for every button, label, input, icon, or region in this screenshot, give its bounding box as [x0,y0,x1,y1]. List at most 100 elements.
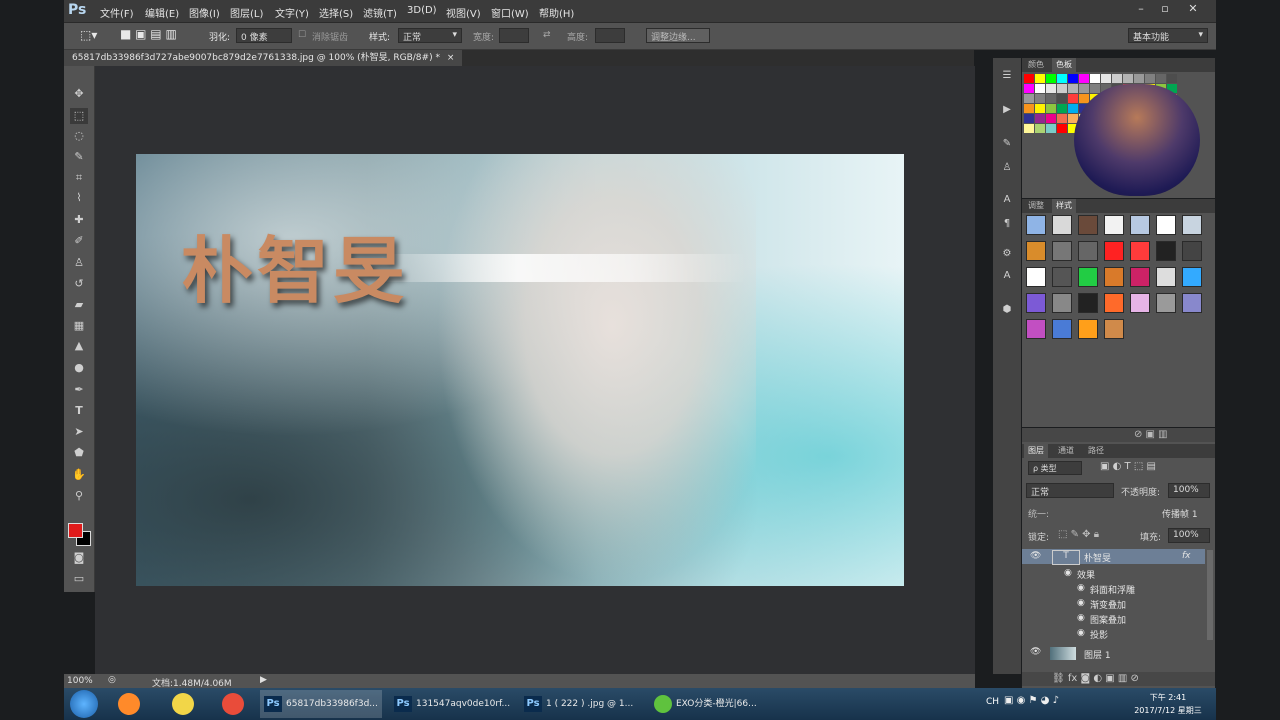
eyedropper-tool-icon[interactable]: ⌇ [70,190,88,206]
brush-tool-icon[interactable]: ✐ [70,233,88,249]
swatch[interactable] [1057,124,1067,133]
swatch[interactable] [1079,74,1089,83]
tab-paths[interactable]: 路径 [1084,444,1108,458]
style-preset[interactable] [1078,215,1098,235]
layers-footer-icons[interactable]: ⛓ fx ◙ ◐ ▣ ▥ ⊘ [1052,673,1139,684]
effect-eye-icon[interactable]: ◉ [1077,613,1085,623]
opacity-input[interactable]: 100% [1168,483,1210,498]
effects-eye-icon[interactable]: ◉ [1064,568,1072,578]
effect-eye-icon[interactable]: ◉ [1077,583,1085,593]
taskbar-item-ps2[interactable]: Ps 131547aqv0de10rf... [390,690,512,718]
history-panel-icon[interactable]: ☰ [999,70,1015,84]
swatch[interactable] [1057,104,1067,113]
swatch[interactable] [1057,114,1067,123]
style-preset[interactable] [1078,241,1098,261]
swatch[interactable] [1068,104,1078,113]
layer-filter-icons[interactable]: ▣ ◐ T ⬚ ▤ [1100,461,1156,472]
swatch[interactable] [1035,84,1045,93]
start-button-icon[interactable] [70,690,98,718]
style-preset[interactable] [1156,241,1176,261]
menu-view[interactable]: 视图(V) [446,5,481,20]
swatch[interactable] [1123,74,1133,83]
panel-footer-icons[interactable]: ⊘ ▣ ▥ [1022,428,1215,442]
layer-row-pixel[interactable]: 👁︎ 图层 1 [1022,646,1205,661]
height-input[interactable] [595,28,625,43]
menu-3d[interactable]: 3D(D) [407,5,437,16]
taskbar-app-icon[interactable] [172,693,194,715]
dodge-tool-icon[interactable]: ● [70,360,88,376]
type-tool-icon[interactable]: T [70,403,88,419]
document-canvas[interactable]: 朴智旻 [136,154,904,586]
minimize-button[interactable]: – [1132,2,1150,16]
eraser-tool-icon[interactable]: ▰ [70,297,88,313]
glyph-panel-icon[interactable]: A [999,270,1015,284]
style-preset[interactable] [1026,293,1046,313]
swatch[interactable] [1167,74,1177,83]
style-preset[interactable] [1130,215,1150,235]
foreground-color-swatch[interactable] [68,523,83,538]
swap-icon[interactable]: ⇄ [543,30,551,40]
layers-scrollbar[interactable] [1207,550,1213,640]
style-preset[interactable] [1182,215,1202,235]
style-preset[interactable] [1052,319,1072,339]
gradient-tool-icon[interactable]: ▦ [70,318,88,334]
layer-row-text[interactable]: 👁︎ T 朴智旻 fx [1022,549,1205,565]
quick-select-tool-icon[interactable]: ✎ [70,149,88,165]
clone-source-icon[interactable]: ♙ [999,162,1015,176]
style-preset[interactable] [1078,319,1098,339]
fill-input[interactable]: 100% [1168,528,1210,543]
style-preset[interactable] [1052,293,1072,313]
taskbar-item-ps3[interactable]: Ps 1 ( 222 ) .jpg @ 1... [520,690,642,718]
style-preset[interactable] [1130,241,1150,261]
stamp-tool-icon[interactable]: ♙ [70,255,88,271]
effect-row-bevel[interactable]: ◉ 斜面和浮雕 [1022,582,1205,597]
style-preset[interactable] [1130,267,1150,287]
zoom-tool-icon[interactable]: ⚲ [70,488,88,504]
restore-button[interactable]: ▫ [1156,2,1174,16]
swatch[interactable] [1134,74,1144,83]
document-tab[interactable]: 65817db33986f3d727abe9007bc879d2e7761338… [64,50,463,66]
effect-eye-icon[interactable]: ◉ [1077,628,1085,638]
swatch[interactable] [1035,114,1045,123]
style-preset[interactable] [1026,241,1046,261]
swatch[interactable] [1046,124,1056,133]
style-preset[interactable] [1026,319,1046,339]
history-brush-icon[interactable]: ↺ [70,276,88,292]
swatch[interactable] [1101,74,1111,83]
swatch[interactable] [1112,74,1122,83]
hand-tool-icon[interactable]: ✋ [70,467,88,483]
style-preset[interactable] [1104,215,1124,235]
effect-eye-icon[interactable]: ◉ [1077,598,1085,608]
visibility-eye-icon[interactable]: 👁︎ [1030,647,1041,657]
healing-brush-icon[interactable]: ✚ [70,212,88,228]
swatch[interactable] [1079,84,1089,93]
swatch[interactable] [1068,84,1078,93]
tab-layers[interactable]: 图层 [1024,444,1048,458]
swatch[interactable] [1046,94,1056,103]
tray-icons[interactable]: ▣ ◉ ⚑ ◕ ♪ [1004,695,1059,706]
style-preset[interactable] [1182,267,1202,287]
marquee-tool-icon[interactable]: ⬚ [70,108,88,124]
swatch[interactable] [1046,74,1056,83]
swatch[interactable] [1035,104,1045,113]
taskbar-app-icon[interactable] [118,693,140,715]
tab-styles[interactable]: 样式 [1052,199,1076,213]
swatch[interactable] [1046,114,1056,123]
clock-date[interactable]: 2017/7/12 星期三 [1118,705,1218,716]
layer-kind-filter[interactable]: ρ 类型 [1028,461,1082,475]
style-preset[interactable] [1156,293,1176,313]
menu-select[interactable]: 选择(S) [319,5,353,20]
swatch[interactable] [1035,124,1045,133]
effect-row-pattern[interactable]: ◉ 图案叠加 [1022,612,1205,627]
swatch[interactable] [1024,94,1034,103]
style-preset[interactable] [1104,293,1124,313]
zoom-level[interactable]: 100% [67,676,93,686]
style-preset[interactable] [1052,215,1072,235]
style-preset[interactable] [1182,293,1202,313]
antialias-checkbox[interactable]: ☐ [298,30,306,40]
status-menu-arrow-icon[interactable]: ▶ [260,675,267,685]
refine-edge-button[interactable]: 调整边缘... [646,28,710,43]
close-button[interactable]: ✕ [1184,2,1202,16]
swatch[interactable] [1057,84,1067,93]
width-input[interactable] [499,28,529,43]
